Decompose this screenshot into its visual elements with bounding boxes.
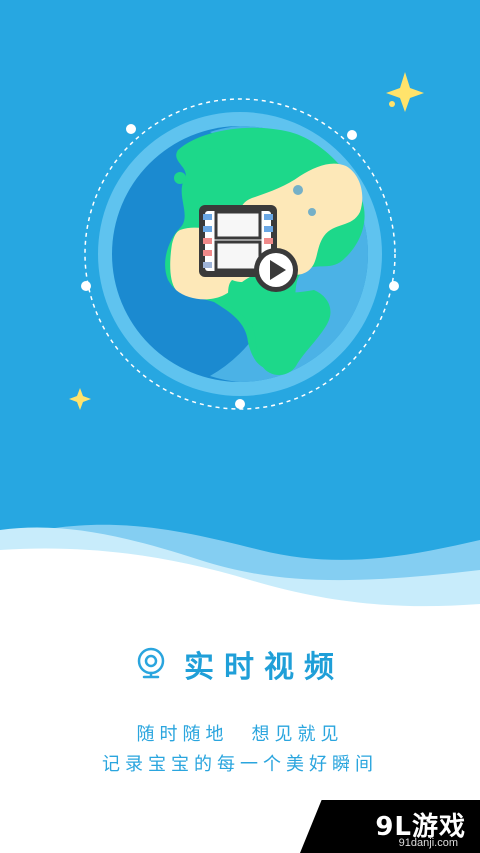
wave-divider xyxy=(0,524,480,630)
feature-title-text: 实时视频 xyxy=(184,650,344,685)
webcam-icon xyxy=(137,647,165,679)
star-icon xyxy=(386,72,424,112)
play-icon xyxy=(254,248,298,292)
watermark-badge: 9L游戏 91danji.com xyxy=(300,800,480,853)
watermark-url: 91danji.com xyxy=(398,837,458,849)
subtitle-line-2: 记录宝宝的每一个美好瞬间 xyxy=(102,754,378,775)
onboarding-screen: 实时视频 随时随地 想见就见 记录宝宝的每一个美好瞬间 9L游戏 91danji… xyxy=(0,0,480,853)
subtitle-line-1: 随时随地 想见就见 xyxy=(136,724,344,745)
star-icon xyxy=(69,388,91,410)
feature-title: 实时视频 xyxy=(0,640,480,688)
